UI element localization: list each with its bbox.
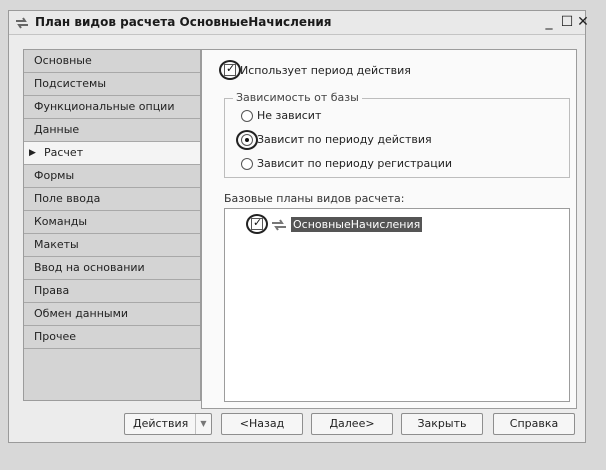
sidebar-item-other[interactable]: Прочее — [24, 326, 200, 349]
calc-settings-panel: ✓ Использует период действия Зависимость… — [201, 49, 577, 409]
sidebar-item-label: Обмен данными — [34, 307, 129, 320]
sidebar-item-subsystems[interactable]: Подсистемы — [24, 73, 200, 96]
sidebar-item-label: Формы — [34, 169, 75, 182]
sidebar-item-label: Функциональные опции — [34, 100, 175, 113]
sidebar-item-label: Расчет — [44, 146, 84, 159]
radio-label-action-period: Зависит по периоду действия — [257, 133, 432, 146]
dependency-group: Зависимость от базы Не зависит Зависит п… — [224, 91, 570, 178]
sidebar-item-label: Ввод на основании — [34, 261, 145, 274]
sidebar-item-label: Макеты — [34, 238, 79, 251]
highlight-circle — [246, 214, 268, 234]
sidebar-item-label: Команды — [34, 215, 88, 228]
maximize-button[interactable]: ☐ — [559, 14, 575, 30]
sidebar-item-label: Прочее — [34, 330, 77, 343]
sidebar-item-data[interactable]: Данные — [24, 119, 200, 142]
arrows-swap-icon — [16, 17, 28, 29]
highlight-circle — [236, 130, 258, 150]
window-title: План видов расчета ОсновныеНачисления — [35, 15, 332, 29]
sidebar-item-calculation[interactable]: ▶ Расчет — [24, 142, 200, 165]
radio-registration-period[interactable] — [241, 158, 253, 170]
sidebar-item-main[interactable]: Основные — [24, 50, 200, 73]
base-plan-item[interactable]: ОсновныеНачисления — [291, 217, 423, 232]
actions-button-label: Действия — [133, 417, 189, 430]
next-button[interactable]: Далее> — [311, 413, 393, 435]
sidebar-item-input-field[interactable]: Поле ввода — [24, 188, 200, 211]
sidebar-item-input-by-basis[interactable]: Ввод на основании — [24, 257, 200, 280]
sidebar-nav: Основные Подсистемы Функциональные опции… — [23, 49, 201, 401]
sidebar-item-label: Данные — [34, 123, 80, 136]
arrows-swap-icon — [272, 219, 286, 231]
sidebar-item-label: Права — [34, 284, 70, 297]
close-window-button[interactable]: ✕ — [575, 14, 591, 30]
uses-period-label: Использует период действия — [240, 64, 411, 77]
base-plans-list[interactable]: ✓ ОсновныеНачисления — [224, 208, 570, 402]
sidebar-item-label: Подсистемы — [34, 77, 107, 90]
sidebar-item-label: Поле ввода — [34, 192, 101, 205]
sidebar-item-data-exchange[interactable]: Обмен данными — [24, 303, 200, 326]
sidebar-item-label: Основные — [34, 54, 92, 67]
triangle-right-icon: ▶ — [29, 148, 36, 158]
radio-label-registration-period: Зависит по периоду регистрации — [257, 157, 453, 170]
actions-button[interactable]: Действия ▼ — [124, 413, 212, 435]
dependency-group-title: Зависимость от базы — [233, 91, 362, 104]
radio-label-not-dependent: Не зависит — [257, 109, 322, 122]
sidebar-item-rights[interactable]: Права — [24, 280, 200, 303]
sidebar-item-templates[interactable]: Макеты — [24, 234, 200, 257]
chevron-down-icon[interactable]: ▼ — [195, 414, 211, 434]
sidebar-empty-space — [24, 349, 200, 400]
help-button[interactable]: Справка — [493, 413, 575, 435]
radio-not-dependent[interactable] — [241, 110, 253, 122]
sidebar-item-forms[interactable]: Формы — [24, 165, 200, 188]
base-plans-label: Базовые планы видов расчета: — [224, 192, 405, 205]
title-bar[interactable]: План видов расчета ОсновныеНачисления _ … — [9, 11, 589, 35]
sidebar-item-functional-options[interactable]: Функциональные опции — [24, 96, 200, 119]
highlight-circle — [219, 60, 241, 80]
close-button[interactable]: Закрыть — [401, 413, 483, 435]
minimize-button[interactable]: _ — [541, 14, 557, 30]
back-button[interactable]: <Назад — [221, 413, 303, 435]
sidebar-item-commands[interactable]: Команды — [24, 211, 200, 234]
calc-plan-window: План видов расчета ОсновныеНачисления _ … — [8, 10, 589, 443]
